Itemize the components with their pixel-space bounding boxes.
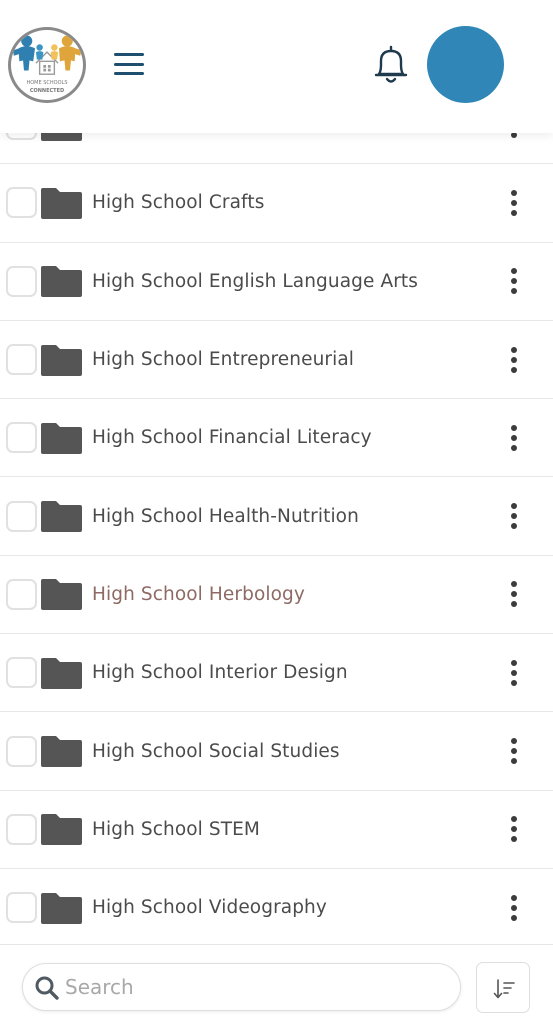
select-checkbox[interactable] <box>6 578 37 610</box>
dot <box>511 434 517 441</box>
dot <box>511 581 517 588</box>
folder-row[interactable]: High School Financial Literacy <box>0 399 553 478</box>
dot <box>511 591 517 598</box>
dot <box>511 816 517 823</box>
dot <box>511 278 517 285</box>
dot <box>511 738 517 745</box>
bottom-toolbar <box>0 944 553 1024</box>
dot <box>511 199 517 206</box>
folder-name[interactable]: High School Herbology <box>92 584 305 605</box>
user-avatar[interactable] <box>427 26 504 103</box>
folder-name[interactable]: High School Interior Design <box>92 662 348 683</box>
folder-row[interactable]: High School Videography <box>0 869 553 948</box>
dot <box>511 748 517 755</box>
app-header: HOME SCHOOLS CONNECTED <box>0 0 553 133</box>
dot <box>511 523 517 530</box>
select-checkbox[interactable] <box>6 265 37 297</box>
folder-icon <box>41 422 82 454</box>
dot <box>511 424 517 431</box>
menu-bar <box>114 62 144 66</box>
dot <box>511 894 517 901</box>
folder-list: High School Crafts High School English La… <box>0 86 553 948</box>
dot <box>511 513 517 520</box>
dot <box>511 758 517 765</box>
dot <box>511 904 517 911</box>
more-vertical-icon[interactable] <box>505 893 523 923</box>
home-schools-connected-logo[interactable]: HOME SCHOOLS CONNECTED <box>8 27 86 103</box>
select-checkbox[interactable] <box>6 657 37 689</box>
folder-name[interactable]: High School Health-Nutrition <box>92 506 359 527</box>
dot <box>511 444 517 451</box>
more-vertical-icon[interactable] <box>505 345 523 375</box>
bell-icon[interactable] <box>372 44 410 86</box>
folder-name[interactable]: High School Financial Literacy <box>92 427 372 448</box>
menu-bar <box>114 53 144 56</box>
more-vertical-icon[interactable] <box>505 579 523 609</box>
more-vertical-icon[interactable] <box>505 814 523 844</box>
search-input[interactable] <box>65 964 445 1010</box>
folder-icon <box>41 814 82 846</box>
dot <box>511 601 517 608</box>
folder-name[interactable]: High School Social Studies <box>92 741 340 762</box>
dot <box>511 189 517 196</box>
select-checkbox[interactable] <box>6 187 37 219</box>
more-vertical-icon[interactable] <box>505 423 523 453</box>
folder-name[interactable]: High School Crafts <box>92 192 264 213</box>
more-vertical-icon[interactable] <box>505 188 523 218</box>
dot <box>511 914 517 921</box>
menu-bar <box>114 72 144 75</box>
dot <box>511 288 517 295</box>
folder-name[interactable]: High School Entrepreneurial <box>92 349 354 370</box>
dot <box>511 503 517 510</box>
more-vertical-icon[interactable] <box>505 736 523 766</box>
sort-button[interactable] <box>476 962 530 1013</box>
folder-row[interactable]: High School Health-Nutrition <box>0 477 553 556</box>
dot <box>511 209 517 216</box>
folder-row[interactable]: High School Interior Design <box>0 634 553 713</box>
search-icon <box>35 976 59 1000</box>
folder-icon <box>41 501 82 533</box>
folder-icon <box>41 892 82 924</box>
dot <box>511 366 517 373</box>
folder-icon <box>41 344 82 376</box>
folder-row[interactable]: High School Herbology <box>0 556 553 635</box>
folder-icon <box>41 736 82 768</box>
folder-name[interactable]: High School English Language Arts <box>92 271 418 292</box>
select-checkbox[interactable] <box>6 813 37 845</box>
folder-icon <box>41 579 82 611</box>
folder-icon <box>41 266 82 298</box>
dot <box>511 659 517 666</box>
folder-row[interactable]: High School Crafts <box>0 164 553 243</box>
search-box <box>22 963 461 1011</box>
dot <box>511 679 517 686</box>
folder-icon <box>41 657 82 689</box>
dot <box>511 826 517 833</box>
sort-icon <box>493 979 515 999</box>
more-vertical-icon[interactable] <box>505 658 523 688</box>
dot <box>511 836 517 843</box>
folder-name[interactable]: High School Videography <box>92 897 327 918</box>
select-checkbox[interactable] <box>6 735 37 767</box>
folder-row[interactable]: High School Social Studies <box>0 712 553 791</box>
folder-icon <box>41 187 82 219</box>
hamburger-menu-icon[interactable] <box>112 50 146 78</box>
dot <box>511 356 517 363</box>
dot <box>511 268 517 275</box>
folder-row[interactable]: High School English Language Arts <box>0 243 553 321</box>
more-vertical-icon[interactable] <box>505 501 523 531</box>
logo-text-line1: HOME SCHOOLS <box>26 80 68 86</box>
select-checkbox[interactable] <box>6 892 37 924</box>
select-checkbox[interactable] <box>6 422 37 454</box>
logo-text-line2: CONNECTED <box>29 88 65 94</box>
more-vertical-icon[interactable] <box>505 266 523 296</box>
folder-row[interactable]: High School STEM <box>0 791 553 869</box>
folder-row[interactable]: High School Entrepreneurial <box>0 321 553 400</box>
select-checkbox[interactable] <box>6 500 37 532</box>
dot <box>511 346 517 353</box>
select-checkbox[interactable] <box>6 344 37 376</box>
dot <box>511 669 517 676</box>
folder-name[interactable]: High School STEM <box>92 819 260 840</box>
